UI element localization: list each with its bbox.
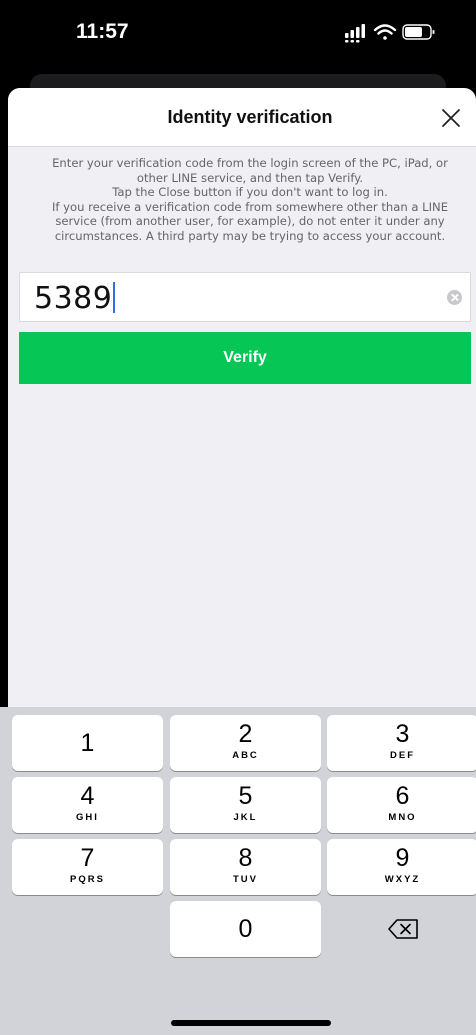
key-number: 0 [238, 915, 253, 943]
status-bar: 11:57 [0, 0, 476, 70]
home-indicator [171, 1020, 331, 1026]
close-icon [442, 109, 460, 127]
instructions-line: Enter your verification code from the lo… [52, 156, 448, 170]
battery-icon [402, 24, 435, 40]
instructions-line: Tap the Close button if you don't want t… [112, 185, 388, 200]
key-letters: JKL [233, 812, 258, 823]
key-letters: GHI [76, 812, 99, 823]
key-letters: ABC [232, 750, 259, 761]
key-letters: WXYZ [384, 874, 421, 885]
text-caret [113, 282, 116, 313]
key-number: 1 [80, 729, 95, 757]
key-5[interactable]: 5 JKL [170, 777, 321, 833]
key-2[interactable]: 2 ABC [170, 715, 321, 771]
instructions-line: circumstances. A third party may be tryi… [54, 228, 446, 243]
signal-icon [345, 24, 365, 43]
code-input-text: 5389 [34, 281, 113, 316]
numeric-keypad: 1 2 ABC 3 DEF 4 GHI 5 JKL 6 MNO 7 PQRS 8… [0, 707, 476, 1035]
wifi-icon [373, 24, 397, 40]
key-3[interactable]: 3 DEF [327, 715, 476, 771]
key-number: 9 [395, 844, 410, 872]
key-number: 2 [238, 720, 253, 748]
backspace-button[interactable] [327, 901, 476, 957]
key-number: 3 [395, 720, 410, 748]
instructions-line: other LINE service, and then tap Verify. [136, 170, 364, 185]
instructions-text: Enter your verification code from the lo… [8, 156, 476, 244]
verify-button[interactable]: Verify [19, 332, 471, 384]
key-letters: PQRS [70, 874, 105, 885]
key-number: 6 [395, 782, 410, 810]
status-time: 11:57 [76, 20, 129, 43]
key-4[interactable]: 4 GHI [12, 777, 163, 833]
page-title: Identity verification [167, 107, 333, 127]
key-9[interactable]: 9 WXYZ [327, 839, 476, 895]
key-0[interactable]: 0 [170, 901, 321, 957]
key-7[interactable]: 7 PQRS [12, 839, 163, 895]
close-button[interactable] [438, 105, 464, 131]
sheet-header: Identity verification [8, 88, 476, 147]
backspace-icon [388, 919, 418, 939]
key-letters: MNO [388, 812, 417, 823]
clear-icon[interactable] [447, 290, 462, 305]
code-input-value: 5389 [34, 281, 116, 316]
key-number: 5 [238, 782, 253, 810]
key-8[interactable]: 8 TUV [170, 839, 321, 895]
key-number: 7 [80, 844, 95, 872]
key-number: 8 [238, 844, 253, 872]
instructions-line: If you receive a verification code from … [51, 199, 449, 214]
key-letters: DEF [390, 750, 415, 761]
key-letters: TUV [233, 874, 258, 885]
key-6[interactable]: 6 MNO [327, 777, 476, 833]
key-1[interactable]: 1 [12, 715, 163, 771]
key-number: 4 [80, 782, 95, 810]
status-icons [345, 24, 435, 43]
verification-code-input[interactable]: 5389 [19, 272, 471, 322]
instructions-line: service (from another user, for example)… [55, 214, 445, 229]
